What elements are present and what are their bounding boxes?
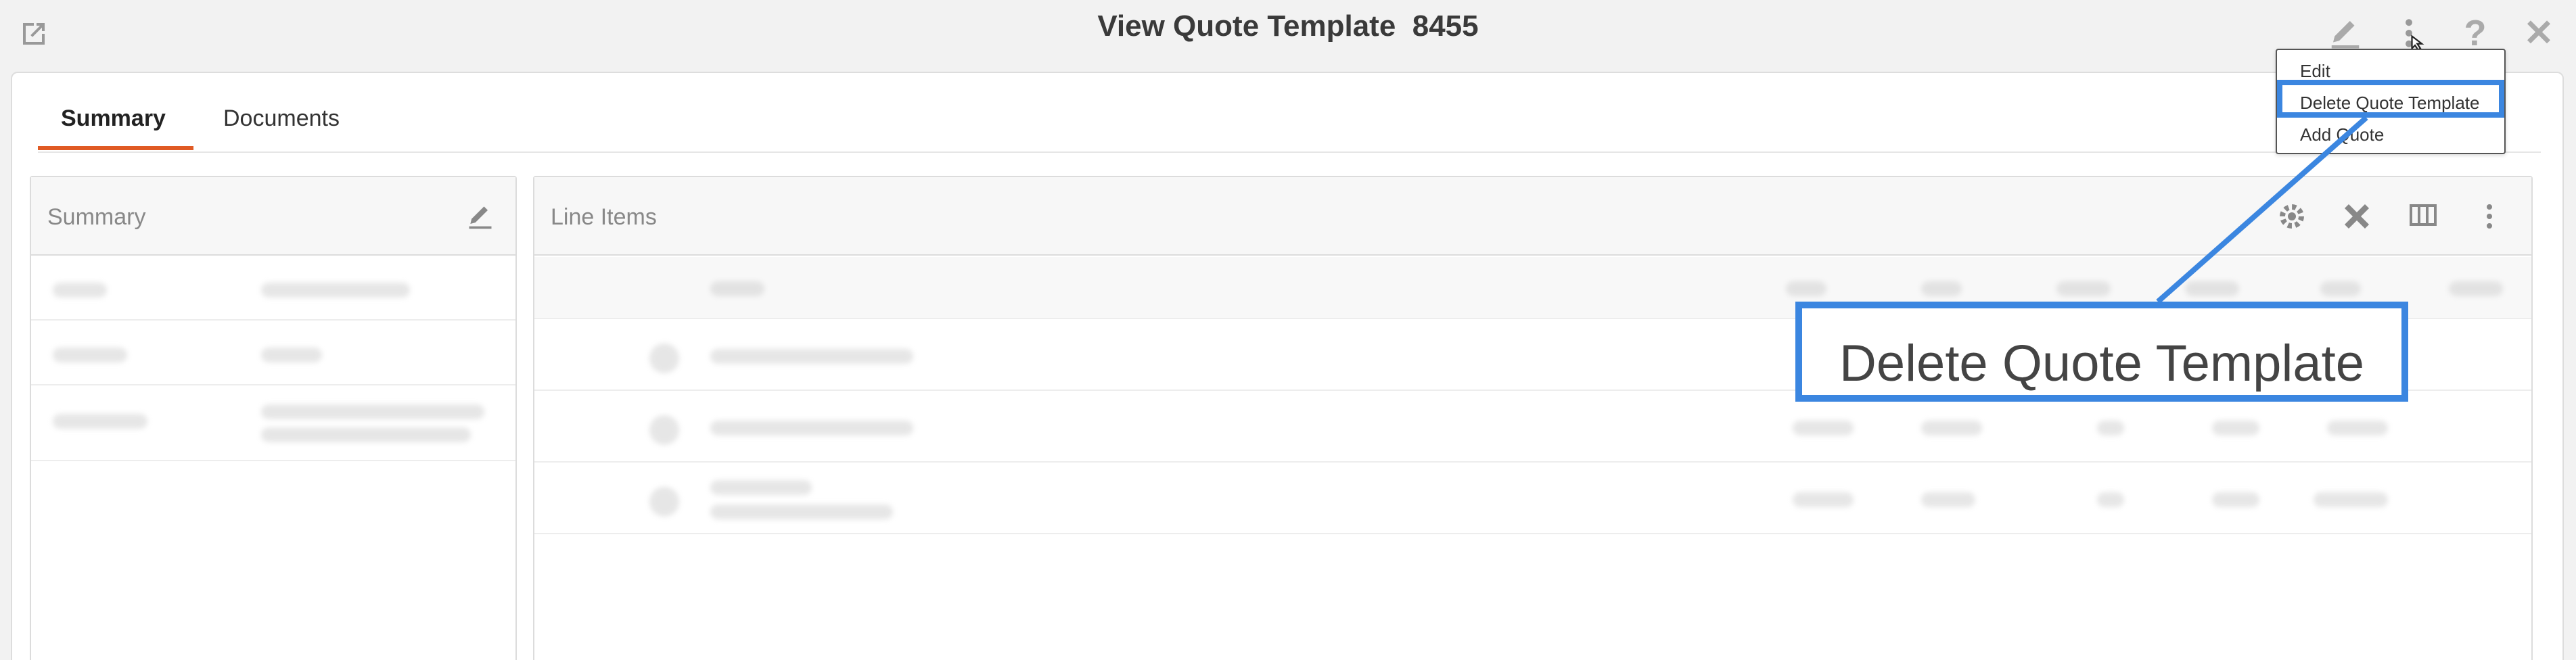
summary-card: Summary: [30, 176, 517, 660]
tools-icon[interactable]: [2341, 200, 2373, 233]
line-items-card: Line Items: [533, 176, 2533, 660]
table-row: [534, 463, 2531, 534]
active-tab-indicator: [38, 146, 193, 150]
menu-item-add-quote[interactable]: Add Quote: [2277, 119, 2504, 150]
columns-icon[interactable]: [2407, 200, 2439, 233]
summary-card-title: Summary: [47, 204, 146, 230]
summary-row: [31, 322, 515, 385]
summary-row: [31, 257, 515, 321]
menu-highlight-box: [2277, 80, 2504, 118]
tab-documents[interactable]: Documents: [223, 105, 340, 132]
gear-icon[interactable]: [2276, 200, 2308, 233]
line-items-card-header: Line Items: [534, 177, 2531, 256]
title-bar: View Quote Template 8455 ? ✕: [0, 0, 2576, 71]
page-title: View Quote Template 8455: [1097, 9, 1479, 43]
line-items-card-title: Line Items: [551, 204, 657, 230]
close-icon[interactable]: ✕: [2521, 15, 2557, 51]
tab-summary[interactable]: Summary: [61, 105, 166, 132]
vertical-dots-icon[interactable]: [2391, 15, 2427, 51]
tabs-divider: [38, 151, 2541, 153]
vertical-dots-icon[interactable]: [2473, 200, 2506, 233]
callout-label: Delete Quote Template: [1839, 335, 2364, 392]
pencil-icon[interactable]: [2327, 15, 2364, 51]
help-icon[interactable]: ?: [2457, 15, 2493, 51]
pencil-icon[interactable]: [465, 202, 495, 231]
zoom-callout: Delete Quote Template: [1795, 302, 2408, 402]
summary-card-header: Summary: [31, 177, 515, 256]
summary-row: [31, 387, 515, 461]
